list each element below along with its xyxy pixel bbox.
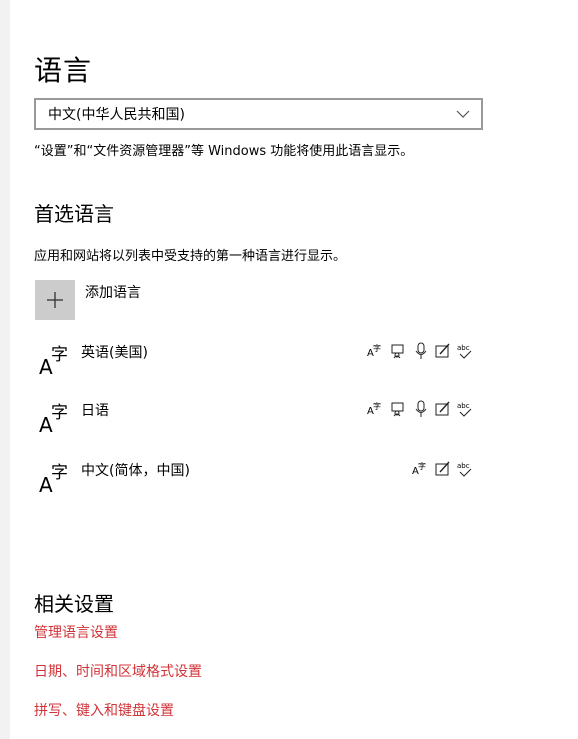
language-glyph-icon: A 字 [39,345,68,379]
display-language-description: “设置”和“文件资源管理器”等 Windows 功能将使用此语言显示。 [34,144,414,159]
language-name: 中文(简体，中国) [81,463,190,479]
language-name: 英语(美国) [81,345,148,361]
spell-check-icon: abc [457,402,472,417]
spell-check-icon: abc [457,462,472,477]
add-language-button[interactable] [35,280,75,320]
date-time-region-settings-link[interactable]: 日期、时间和区域格式设置 [34,661,202,681]
preferred-languages-title: 首选语言 [34,202,114,226]
spelling-typing-keyboard-settings-link[interactable]: 拼写、键入和键盘设置 [34,700,174,720]
svg-text:字: 字 [373,401,381,411]
left-strip [0,0,10,739]
page-title: 语言 [34,53,93,87]
display-language-dropdown[interactable]: 中文(中华人民共和国) [34,98,483,130]
manage-language-settings-link[interactable]: 管理语言设置 [34,622,118,642]
handwriting-icon [435,343,450,358]
handwriting-icon [435,461,450,476]
plus-icon [47,292,63,308]
display-language-icon: A字 [412,461,426,477]
chevron-down-icon [456,110,470,118]
preferred-languages-description: 应用和网站将以列表中受支持的第一种语言进行显示。 [34,249,347,264]
language-row-japanese[interactable]: A 字 日语 A字 abc [35,400,475,446]
speech-recognition-icon [391,402,404,417]
svg-text:字: 字 [418,461,426,471]
display-language-icon: A字 [367,401,381,417]
svg-text:字: 字 [51,345,68,365]
language-row-english[interactable]: A 字 英语(美国) A字 abc [35,342,475,388]
svg-text:abc: abc [457,462,470,470]
svg-text:abc: abc [457,402,470,410]
handwriting-icon [435,401,450,416]
related-settings-title: 相关设置 [34,592,114,616]
spell-check-icon: abc [457,344,472,359]
svg-text:字: 字 [373,343,381,353]
microphone-icon [415,342,427,359]
language-row-chinese[interactable]: A 字 中文(简体，中国) A字 abc [35,460,475,506]
language-glyph-icon: A 字 [39,463,68,497]
svg-text:字: 字 [51,403,68,423]
microphone-icon [415,400,427,417]
dropdown-value: 中文(中华人民共和国) [48,107,185,123]
language-name: 日语 [81,403,109,419]
svg-text:字: 字 [51,463,68,483]
add-language-label[interactable]: 添加语言 [85,282,141,302]
language-glyph-icon: A 字 [39,403,68,437]
display-language-icon: A字 [367,343,381,359]
svg-text:abc: abc [457,344,470,352]
speech-recognition-icon [391,344,404,359]
